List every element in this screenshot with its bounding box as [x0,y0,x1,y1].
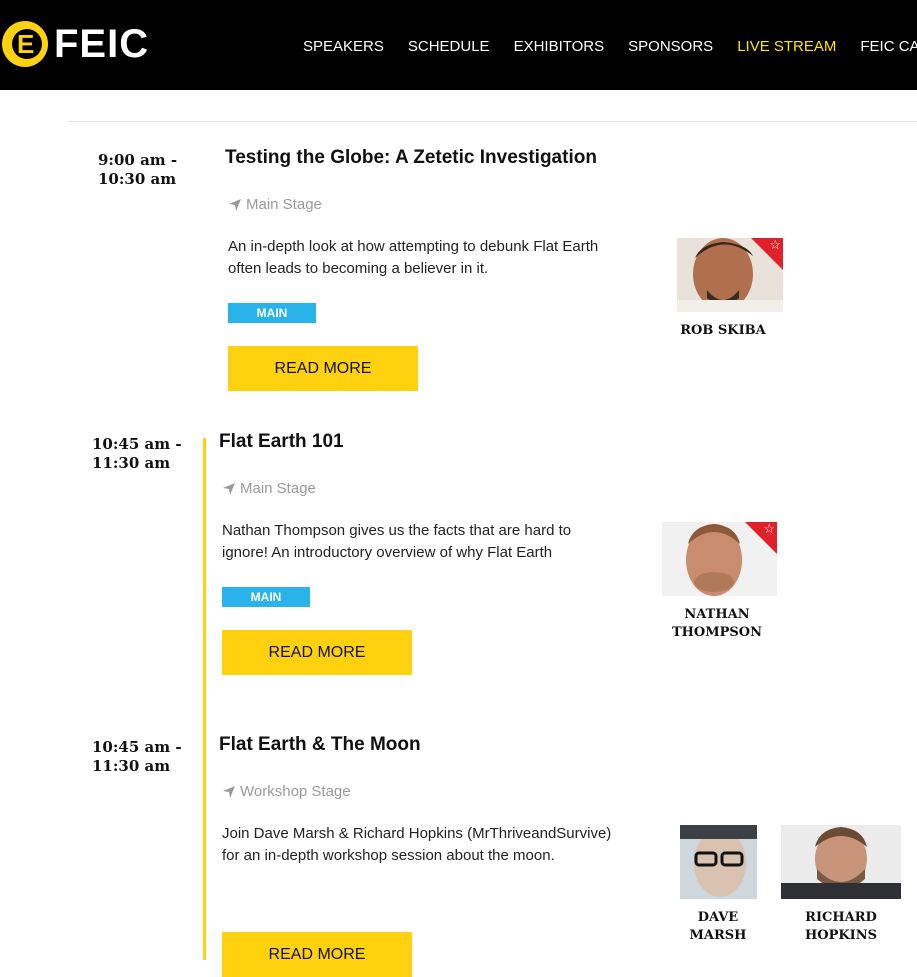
featured-star-icon: ☆ [745,522,777,554]
event-title[interactable]: Flat Earth & The Moon [219,734,421,756]
event-title[interactable]: Flat Earth 101 [219,431,344,453]
featured-star-icon: ☆ [751,238,783,270]
speaker-name[interactable]: DAVE MARSH [668,909,768,945]
speaker-name[interactable]: RICHARD HOPKINS [791,909,891,945]
event-location-label: Workshop Stage [240,783,351,800]
speaker-portrait-image [781,825,901,899]
event-location: Workshop Stage [222,783,351,800]
nav-speakers[interactable]: SPEAKERS [303,38,384,55]
event-tag[interactable]: MAIN [228,303,316,323]
logo-text: FEIC [54,21,150,66]
location-arrow-icon [223,482,235,495]
event-time: 10:45 am - 11:30 am [92,738,182,775]
location-arrow-icon [223,785,235,798]
event-time: 9:00 am - 10:30 am [98,151,178,188]
nav-schedule[interactable]: SCHEDULE [408,38,490,55]
read-more-button[interactable]: READ MORE [222,630,412,675]
event-description: Nathan Thompson gives us the facts that … [222,522,572,561]
main-nav: SPEAKERS SCHEDULE EXHIBITORS SPONSORS LI… [303,38,917,55]
event-description: Join Dave Marsh & Richard Hopkins (MrThr… [222,825,612,864]
nav-sponsors[interactable]: SPONSORS [628,38,713,55]
location-arrow-icon [229,198,241,211]
event-time: 10:45 am - 11:30 am [92,435,182,472]
event-location-label: Main Stage [240,480,316,497]
event-title[interactable]: Testing the Globe: A Zetetic Investigati… [225,147,597,169]
read-more-button[interactable]: READ MORE [228,346,418,391]
site-header: E FEIC SPEAKERS SCHEDULE EXHIBITORS SPON… [0,0,917,90]
speaker-portrait-image [680,825,757,899]
nav-feic-canada[interactable]: FEIC CANADA [860,38,917,55]
speaker-photo[interactable]: ☆ [677,238,783,312]
nav-exhibitors[interactable]: EXHIBITORS [514,38,605,55]
speaker-photo[interactable] [680,825,757,899]
speaker-name[interactable]: ROB SKIBA [673,322,773,340]
speaker-photo[interactable] [781,825,901,899]
event-description: An in-depth look at how attempting to de… [228,238,599,277]
event-location-label: Main Stage [246,196,322,213]
feic-logo[interactable]: E FEIC [2,19,149,69]
section-divider [68,121,917,122]
feic-logo-icon: E [2,21,48,67]
speaker-photo[interactable]: ☆ [662,522,777,596]
timeline-line [203,438,206,960]
speaker-name[interactable]: NATHAN THOMPSON [667,606,767,642]
event-location: Main Stage [222,480,316,497]
read-more-button[interactable]: READ MORE [222,932,412,977]
nav-live-stream[interactable]: LIVE STREAM [737,38,836,55]
event-location: Main Stage [228,196,322,213]
event-tag[interactable]: MAIN [222,587,310,607]
